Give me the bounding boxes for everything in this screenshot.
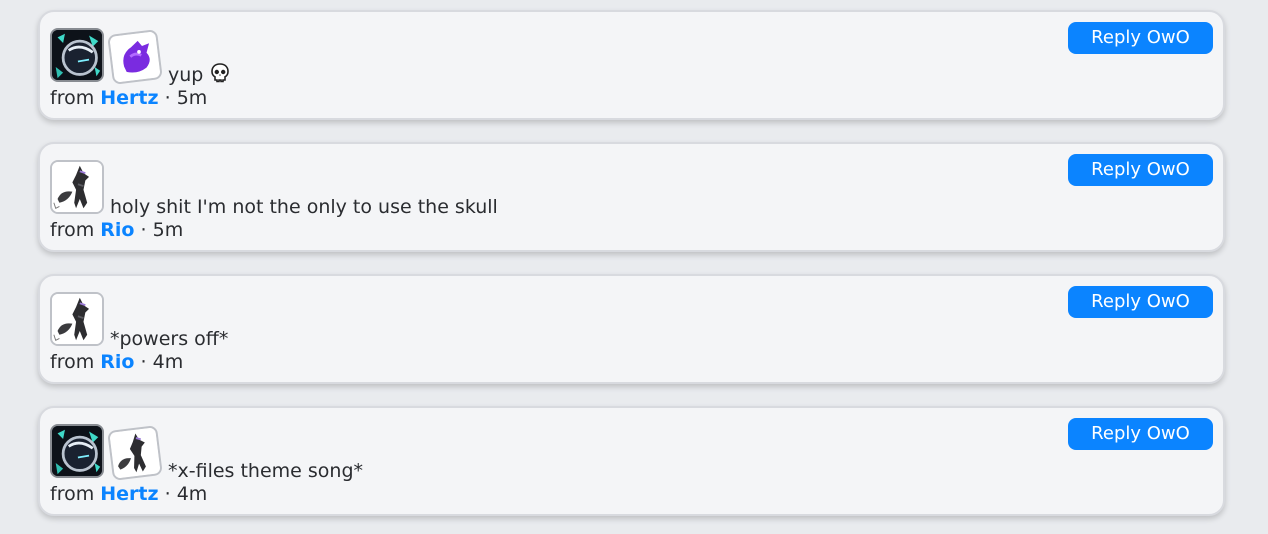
post-card: Reply OwO: [38, 10, 1225, 120]
post-time: 4m: [152, 351, 184, 373]
post-time: 4m: [176, 483, 208, 505]
post-content: yup: [50, 22, 231, 86]
username-link[interactable]: Rio: [100, 219, 134, 241]
reply-button[interactable]: Reply OwO: [1068, 286, 1213, 318]
post-content: *powers off*: [50, 286, 228, 350]
post-card: Reply OwO *powers off* from Rio · 4m: [38, 274, 1225, 384]
post-meta: from Rio · 4m: [50, 351, 184, 373]
message-text: holy shit I'm not the only to use the sk…: [110, 196, 498, 218]
post-card: Reply OwO: [38, 406, 1225, 516]
post-content: holy shit I'm not the only to use the sk…: [50, 154, 498, 218]
reply-button[interactable]: Reply OwO: [1068, 22, 1213, 54]
message-text: yup: [168, 62, 231, 86]
username-link[interactable]: Hertz: [100, 483, 158, 505]
post-content: *x-files theme song*: [50, 418, 363, 482]
post-time: 5m: [176, 87, 208, 109]
message-text: *x-files theme song*: [168, 460, 364, 482]
username-link[interactable]: Hertz: [100, 87, 158, 109]
reply-button[interactable]: Reply OwO: [1068, 418, 1213, 450]
post-meta: from Rio · 5m: [50, 219, 184, 241]
rio-avatar[interactable]: [50, 292, 104, 346]
hertz-avatar[interactable]: [50, 28, 104, 82]
purple-creature-avatar[interactable]: [107, 29, 163, 85]
rio-avatar[interactable]: [107, 425, 163, 481]
message-text: *powers off*: [110, 328, 229, 350]
username-link[interactable]: Rio: [100, 351, 134, 373]
post-feed: Reply OwO yup from Hertz · 5m Reply OwO …: [0, 0, 1268, 534]
hertz-avatar[interactable]: [50, 424, 104, 478]
rio-avatar[interactable]: [50, 160, 104, 214]
post-time: 5m: [152, 219, 184, 241]
post-meta: from Hertz · 4m: [50, 483, 208, 505]
post-meta: from Hertz · 5m: [50, 87, 208, 109]
reply-button[interactable]: Reply OwO: [1068, 154, 1213, 186]
post-card: Reply OwO holy shit I'm not the only to …: [38, 142, 1225, 252]
skull-icon: [211, 63, 230, 83]
